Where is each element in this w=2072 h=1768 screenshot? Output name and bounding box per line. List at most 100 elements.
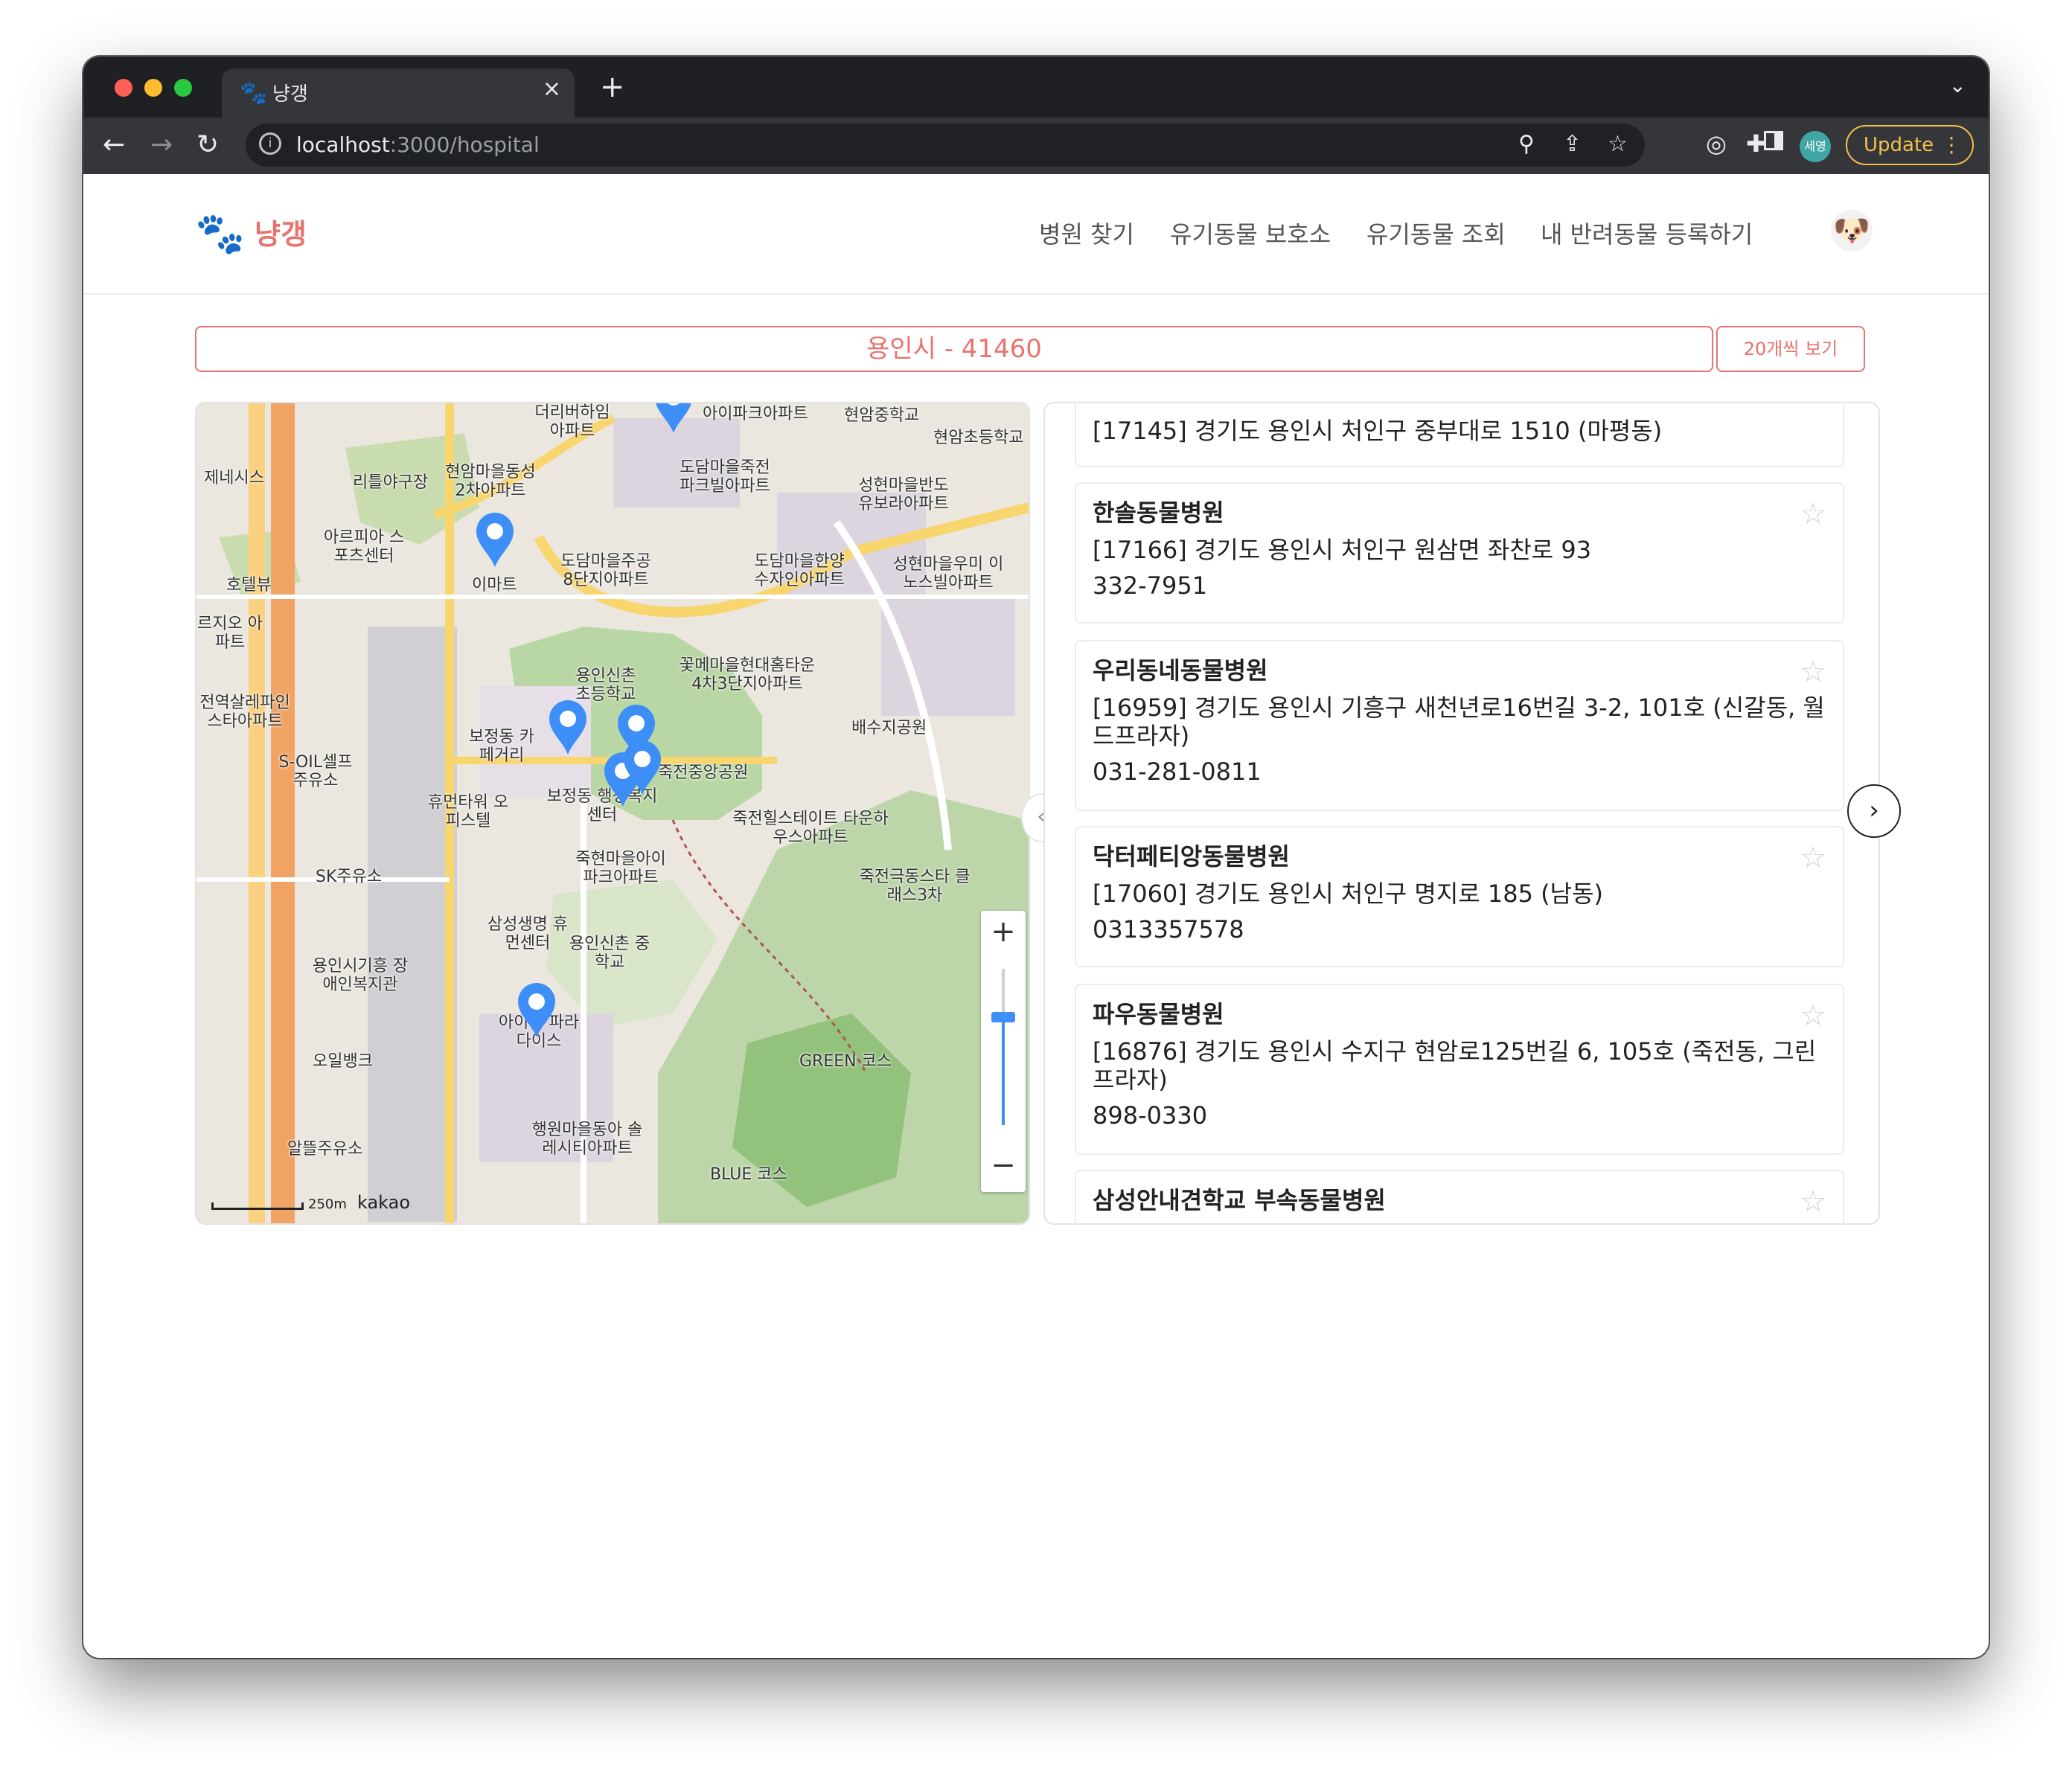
update-button[interactable]: Update ⋮ [1846, 125, 1974, 165]
hospital-address: [16959] 경기도 용인시 기흥구 새천년로16번길 3-2, 101호 (… [1093, 694, 1825, 750]
bookmark-star-icon[interactable]: ☆ [1608, 131, 1628, 157]
region-selector[interactable]: 용인시 - 41460 [195, 326, 1713, 372]
favorite-star-icon[interactable]: ☆ [1800, 999, 1826, 1033]
map-label: 오일뱅크 [313, 1052, 373, 1071]
hospital-address: [17060] 경기도 용인시 처인구 명지로 185 (남동) [1093, 880, 1604, 908]
map-label: 현암초등학교 [933, 429, 1024, 447]
map-label: 용인신촌 초등학교 [575, 667, 636, 704]
map-label: 도담마을죽전 파크빌아파트 [680, 458, 770, 496]
logo-text[interactable]: 냥갱 [255, 211, 307, 252]
hospital-marker-icon[interactable] [622, 740, 662, 796]
favorite-star-icon[interactable]: ☆ [1800, 1185, 1826, 1219]
location-pin-icon[interactable]: ⚲ [1518, 131, 1535, 157]
page-size-button[interactable]: 20개씩 보기 [1716, 326, 1865, 372]
paw-icon[interactable]: 🐾 [195, 210, 245, 257]
hospital-marker-icon[interactable] [653, 402, 694, 435]
map-label: 죽전극동스타 클래스3차 [859, 868, 971, 905]
map-label: 죽현마을아이 파크아파트 [575, 850, 666, 887]
hospital-list: [17145] 경기도 용인시 처인구 중부대로 1510 (마평동) 한솔동물… [1043, 402, 1880, 1225]
map-label: 르지오 아파트 [197, 615, 263, 652]
scale-bar [211, 1202, 304, 1210]
forward-button[interactable]: → [150, 129, 173, 160]
map-label: 아이파크아파트 [703, 405, 808, 423]
back-button[interactable]: ← [103, 129, 125, 160]
carousel-next-button[interactable]: › [1847, 784, 1901, 838]
extension-target-icon[interactable]: ◎ [1706, 129, 1727, 158]
nav-find-hospital[interactable]: 병원 찾기 [1039, 216, 1134, 250]
map-label: 호텔뷰 [226, 576, 272, 595]
zoom-slider-handle[interactable] [991, 1012, 1015, 1022]
map-label: 성현마을우미 이노스빌아파트 [892, 555, 1004, 592]
map-label: GREEN 코스 [799, 1052, 892, 1071]
nav-abandoned-animals[interactable]: 유기동물 조회 [1366, 216, 1506, 250]
hospital-card[interactable]: 한솔동물병원 [17166] 경기도 용인시 처인구 원삼면 좌찬로 93 33… [1075, 482, 1844, 624]
browser-tab[interactable]: 🐾 냥갱 × [222, 68, 575, 118]
chevron-down-icon[interactable]: ⌄ [1949, 73, 1966, 97]
map-label: 현암중학교 [844, 406, 920, 425]
hospital-card[interactable]: 우리동네동물병원 [16959] 경기도 용인시 기흥구 새천년로16번길 3-… [1075, 640, 1844, 811]
map[interactable]: 제네시스 리틀야구장 현암마을동성 2차아파트 더리버하임 아파트 아이파크아파… [195, 402, 1030, 1225]
paw-icon: 🐾 [240, 80, 268, 106]
hospital-name: 한솔동물병원 [1093, 499, 1224, 527]
map-label: 아르피아 스포츠센터 [323, 528, 405, 566]
map-label: 죽전중앙공원 [658, 763, 749, 782]
map-label: 도담마을한양 수자인아파트 [754, 552, 845, 589]
close-icon[interactable]: × [543, 76, 561, 102]
reload-button[interactable]: ↻ [196, 129, 219, 160]
profile-avatar[interactable]: 세영 [1800, 131, 1831, 162]
map-label: 휴먼타워 오피스텔 [427, 793, 509, 830]
favorite-star-icon[interactable]: ☆ [1800, 655, 1826, 689]
hospital-name: 우리동네동물병원 [1093, 656, 1268, 685]
map-label: 삼성생명 휴먼센터 [487, 915, 569, 952]
scale-label: 250m [308, 1197, 347, 1212]
hospital-address: [17166] 경기도 용인시 처인구 원삼면 좌찬로 93 [1093, 536, 1592, 564]
close-window-button[interactable] [115, 79, 132, 97]
hospital-name: 닥터페티앙동물병원 [1093, 842, 1290, 871]
favorite-star-icon[interactable]: ☆ [1800, 497, 1826, 531]
info-icon[interactable]: i [259, 132, 281, 155]
map-label: 알뜰주유소 [287, 1140, 363, 1159]
map-label: 제네시스 [204, 469, 264, 487]
page: 🐾 냥갱 병원 찾기 유기동물 보호소 유기동물 조회 내 반려동물 등록하기 … [83, 174, 1989, 1658]
map-label: 전역살레파인 스타아파트 [199, 694, 290, 731]
map-label: 더리버하임 아파트 [534, 403, 610, 441]
puzzle-extensions-icon[interactable]: ✚ [1746, 129, 1766, 158]
kebab-menu-icon[interactable]: ⋮ [1941, 126, 1962, 164]
hospital-marker-icon[interactable] [548, 699, 588, 756]
maximize-window-button[interactable] [174, 79, 192, 97]
zoom-control: + − [981, 911, 1026, 1192]
share-icon[interactable]: ⇪ [1563, 131, 1582, 157]
map-label: 죽전힐스테이트 타운하우스아파트 [732, 810, 889, 847]
new-tab-button[interactable]: + [600, 70, 625, 104]
zoom-in-button[interactable]: + [981, 911, 1026, 952]
map-label: 리틀야구장 [353, 473, 429, 492]
dog-avatar-icon[interactable]: 🐶 [1831, 210, 1873, 252]
hospital-name: 파우동물병원 [1093, 1000, 1224, 1028]
hospital-name: 삼성안내견학교 부속동물병원 [1093, 1186, 1386, 1214]
hospital-address: [17145] 경기도 용인시 처인구 중부대로 1510 (마평동) [1093, 417, 1663, 445]
url-text[interactable]: localhost:3000/hospital [296, 132, 540, 157]
site-header: 🐾 냥갱 병원 찾기 유기동물 보호소 유기동물 조회 내 반려동물 등록하기 … [83, 174, 1989, 295]
map-label: 용인신촌 중학교 [569, 935, 650, 972]
map-label: 이마트 [472, 576, 517, 595]
map-label: BLUE 코스 [710, 1165, 787, 1184]
hospital-marker-icon[interactable] [475, 512, 515, 568]
map-label: 용인시기흥 장애인복지관 [312, 957, 409, 994]
hospital-card[interactable]: [17145] 경기도 용인시 처인구 중부대로 1510 (마평동) [1075, 403, 1844, 467]
side-panel-icon[interactable] [1764, 131, 1783, 150]
map-label: S-OIL셀프 주유소 [278, 753, 353, 790]
browser-toolbar: ← → ↻ i localhost:3000/hospital ⚲ ⇪ ☆ ◎ … [83, 118, 1989, 174]
hospital-card[interactable]: 삼성안내견학교 부속동물병원 ☆ [1075, 1170, 1844, 1223]
browser-window: 🐾 냥갱 × + ⌄ ← → ↻ i localhost:3000/hospit… [83, 57, 1989, 1658]
hospital-marker-icon[interactable] [517, 982, 557, 1039]
address-bar[interactable]: i localhost:3000/hospital ⚲ ⇪ ☆ [246, 124, 1645, 167]
map-label: 배수지공원 [851, 719, 927, 737]
hospital-card[interactable]: 닥터페티앙동물병원 [17060] 경기도 용인시 처인구 명지로 185 (남… [1075, 826, 1844, 967]
nav-shelter[interactable]: 유기동물 보호소 [1170, 216, 1331, 250]
zoom-out-button[interactable]: − [981, 1144, 1026, 1186]
hospital-phone: 898-0330 [1093, 1101, 1208, 1130]
nav-register-pet[interactable]: 내 반려동물 등록하기 [1541, 216, 1753, 250]
favorite-star-icon[interactable]: ☆ [1800, 841, 1826, 875]
hospital-card[interactable]: 파우동물병원 [16876] 경기도 용인시 수지구 현암로125번길 6, 1… [1075, 984, 1844, 1155]
minimize-window-button[interactable] [144, 79, 162, 97]
